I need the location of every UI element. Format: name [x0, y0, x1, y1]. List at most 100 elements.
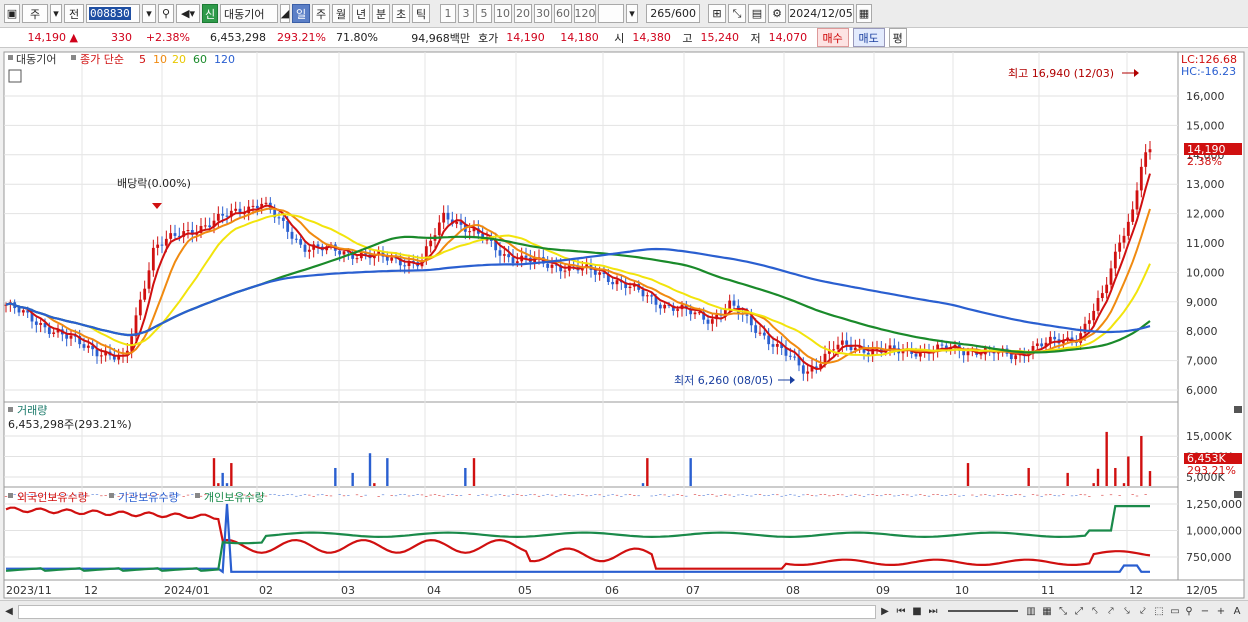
period-minute[interactable]: 분: [372, 4, 390, 23]
candle-body: [225, 215, 229, 217]
evaluation-button[interactable]: 평: [888, 28, 907, 47]
jump-end-icon[interactable]: ⏭: [926, 604, 940, 618]
period-second[interactable]: 초: [392, 4, 410, 23]
data-table-icon[interactable]: [8, 69, 22, 83]
buy-button[interactable]: 매수: [816, 28, 849, 47]
interval-120[interactable]: 120: [574, 4, 596, 23]
chart-scrollbar[interactable]: ◀ ▶ ⏮ ■ ⏭ ▥ ▦ ⤡ ⤢ ⤣ ⤤ ⤥ ⤦ ⬚ ▭ ⚲ − + A: [0, 600, 1248, 622]
name-dropdown-icon[interactable]: ◢: [280, 4, 290, 23]
interval-3[interactable]: 3: [458, 4, 474, 23]
volume-bar: [945, 495, 948, 496]
zoom-in-icon[interactable]: +: [1214, 604, 1228, 618]
toolbar-icon-3[interactable]: ⤡: [1056, 604, 1070, 618]
candle-body: [1131, 209, 1135, 222]
volume-bar: [654, 495, 658, 496]
date-field[interactable]: 2024/12/05: [788, 4, 854, 23]
volume-bar: [576, 494, 580, 495]
font-size-icon[interactable]: A: [1230, 604, 1244, 618]
gear-icon[interactable]: ⚙: [768, 4, 786, 23]
volume-bar: [676, 494, 679, 495]
jump-start-icon[interactable]: ⏮: [894, 604, 908, 618]
volume-bar: [737, 494, 740, 496]
volume-bar: [364, 494, 367, 496]
toolbar-icon-6[interactable]: ⤤: [1104, 604, 1118, 618]
market-dropdown-icon[interactable]: ▾: [50, 4, 62, 23]
interval-20[interactable]: 20: [514, 4, 532, 23]
interval-1[interactable]: 1: [440, 4, 456, 23]
holding-pane-close-icon[interactable]: [1234, 491, 1242, 498]
ma-handle-icon[interactable]: [71, 55, 76, 60]
market-select[interactable]: 주: [22, 4, 48, 23]
volume-bar: [581, 494, 584, 495]
period-week[interactable]: 주: [312, 4, 330, 23]
stock-name-field[interactable]: 대동기어: [220, 4, 278, 23]
toolbar-icon-7[interactable]: ⤥: [1120, 604, 1134, 618]
volume-bar: [620, 496, 623, 497]
volume-bar: [637, 495, 640, 497]
toolbar-icon-9[interactable]: ⬚: [1152, 604, 1166, 618]
toolbar-icon-2[interactable]: ▦: [1040, 604, 1054, 618]
interval-dropdown-icon[interactable]: ▾: [626, 4, 638, 23]
layout-icon[interactable]: ▣: [4, 4, 20, 23]
candle-body: [355, 258, 359, 260]
candle-body: [754, 325, 758, 333]
toolbar-icon-1[interactable]: ▥: [1024, 604, 1038, 618]
period-year[interactable]: 년: [352, 4, 370, 23]
candle-body: [446, 212, 450, 220]
volume-bar: [4, 496, 8, 497]
toolbar-icon-10[interactable]: ▭: [1168, 604, 1182, 618]
stop-icon[interactable]: ■: [910, 604, 924, 618]
period-tick[interactable]: 틱: [412, 4, 430, 23]
code-dropdown-icon[interactable]: ▾: [142, 4, 156, 23]
scroll-right-icon[interactable]: ▶: [878, 604, 892, 618]
toolbar-icon-4[interactable]: ⤢: [1072, 604, 1086, 618]
volume-handle-icon[interactable]: [8, 407, 13, 412]
stock-code-value: 008830: [89, 7, 131, 20]
volume-bar: [927, 495, 931, 497]
count-field[interactable]: 265/600: [646, 4, 700, 23]
stock-code-input[interactable]: 008830: [86, 4, 140, 23]
period-month[interactable]: 월: [332, 4, 350, 23]
volume-bar: [1049, 494, 1052, 495]
speaker-icon[interactable]: ◀▾: [176, 4, 200, 23]
zoom-out-icon[interactable]: −: [1198, 604, 1212, 618]
volume-bar: [377, 496, 380, 497]
interval-60[interactable]: 60: [554, 4, 572, 23]
series-individual: 개인보유수량: [204, 491, 265, 504]
volume-bar: [524, 495, 528, 496]
toolbar-icon-5[interactable]: ⤣: [1088, 604, 1102, 618]
volume-pane-close-icon[interactable]: [1234, 406, 1242, 413]
search-icon[interactable]: ⚲: [158, 4, 174, 23]
toolbar-icon-8[interactable]: ⤦: [1136, 604, 1150, 618]
scroll-left-icon[interactable]: ◀: [2, 604, 16, 618]
interval-30[interactable]: 30: [534, 4, 552, 23]
candle-body: [264, 202, 268, 204]
draw-tools-icon[interactable]: ⤡: [728, 4, 746, 23]
candle-body: [645, 295, 649, 297]
individual-handle-icon[interactable]: [195, 493, 200, 498]
save-icon[interactable]: ▤: [748, 4, 766, 23]
zoom-slider[interactable]: [948, 610, 1018, 612]
stock-chart[interactable]: 16,00015,00014,00013,00012,00011,00010,0…: [0, 50, 1248, 600]
volume-bar: [1079, 494, 1082, 495]
volume-bar: [832, 495, 835, 496]
interval-10[interactable]: 10: [494, 4, 512, 23]
candle-body: [17, 308, 21, 313]
institution-handle-icon[interactable]: [109, 493, 114, 498]
volume-bar: [264, 495, 268, 497]
candle-body: [286, 220, 290, 232]
low-annotation: 최저 6,260 (08/05): [674, 374, 773, 387]
price-pane-title: 대동기어: [16, 53, 56, 66]
zoom-search-icon[interactable]: ⚲: [1182, 604, 1196, 618]
prev-button[interactable]: 전: [64, 4, 84, 23]
scroll-track[interactable]: [18, 605, 876, 619]
indicator-settings-icon[interactable]: ⊞: [708, 4, 726, 23]
interval-5[interactable]: 5: [476, 4, 492, 23]
sell-button[interactable]: 매도: [852, 28, 885, 47]
calendar-icon[interactable]: ▦: [856, 4, 872, 23]
volume-bar: [823, 494, 827, 495]
interval-custom-input[interactable]: [598, 4, 624, 23]
pane-handle-icon[interactable]: [8, 55, 13, 60]
holding-handle-icon[interactable]: [8, 493, 13, 498]
period-day[interactable]: 일: [292, 4, 310, 23]
